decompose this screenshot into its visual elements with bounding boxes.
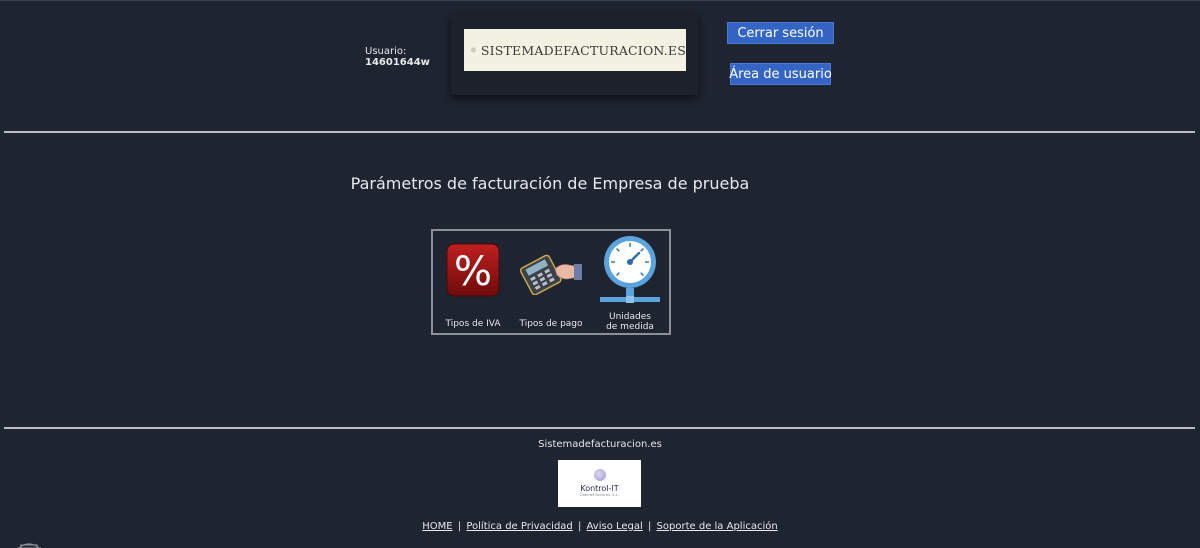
kontrol-logo-icon xyxy=(593,469,606,481)
link-separator: | xyxy=(647,521,652,532)
tile-unidades-medida[interactable]: Unidades de medida xyxy=(592,231,668,333)
tile-label-line1: Unidades xyxy=(609,312,651,322)
link-separator: | xyxy=(457,521,462,532)
gauge-icon xyxy=(600,236,660,303)
footer-link-privacy[interactable]: Política de Privacidad xyxy=(466,521,572,532)
parameters-panel: % Tipos de IVA Tipos de pago Unidades de… xyxy=(431,229,671,335)
footer-divider xyxy=(4,427,1195,429)
user-label: Usuario: xyxy=(365,46,407,57)
top-border xyxy=(0,0,1200,1)
tile-label-line2: de medida xyxy=(606,322,654,332)
kontrol-subtitle: Internet Services, S.L. xyxy=(580,493,619,497)
header-divider xyxy=(4,131,1195,133)
page-title: Parámetros de facturación de Empresa de … xyxy=(350,174,750,193)
user-area-button[interactable]: Área de usuario xyxy=(729,63,832,85)
footer-link-legal[interactable]: Aviso Legal xyxy=(587,521,643,532)
logo-text: SISTEMADEFACTURACION.ES xyxy=(480,42,686,58)
footer-link-home[interactable]: HOME xyxy=(422,521,452,532)
tile-tipos-pago[interactable]: Tipos de pago xyxy=(513,231,589,333)
user-info: Usuario: 14601644w xyxy=(365,46,430,68)
kontrol-name: Kontrol-IT xyxy=(580,484,619,493)
logout-button[interactable]: Cerrar sesión xyxy=(727,22,834,44)
tile-label: Unidades de medida xyxy=(592,312,668,332)
svg-text:%: % xyxy=(454,249,492,295)
tile-tipos-iva[interactable]: % Tipos de IVA xyxy=(435,231,511,333)
tile-label: Tipos de pago xyxy=(519,319,583,329)
logo-banner[interactable]: SISTEMADEFACTURACION.ES xyxy=(464,29,686,71)
logo-card[interactable]: SISTEMADEFACTURACION.ES xyxy=(451,14,698,95)
percent-icon: % xyxy=(446,243,500,297)
footer-links: HOME | Política de Privacidad | Aviso Le… xyxy=(0,521,1200,532)
user-id: 14601644w xyxy=(365,57,430,68)
card-terminal-icon xyxy=(519,254,582,295)
kontrol-it-logo[interactable]: Kontrol-IT Internet Services, S.L. xyxy=(558,460,641,507)
tile-label: Tipos de IVA xyxy=(445,319,501,329)
link-separator: | xyxy=(577,521,582,532)
corner-globe-icon xyxy=(17,543,41,548)
footer-link-support[interactable]: Soporte de la Aplicación xyxy=(657,521,778,532)
footer-site-name: Sistemadefacturacion.es xyxy=(538,439,662,450)
globe-logo-icon xyxy=(471,47,476,53)
